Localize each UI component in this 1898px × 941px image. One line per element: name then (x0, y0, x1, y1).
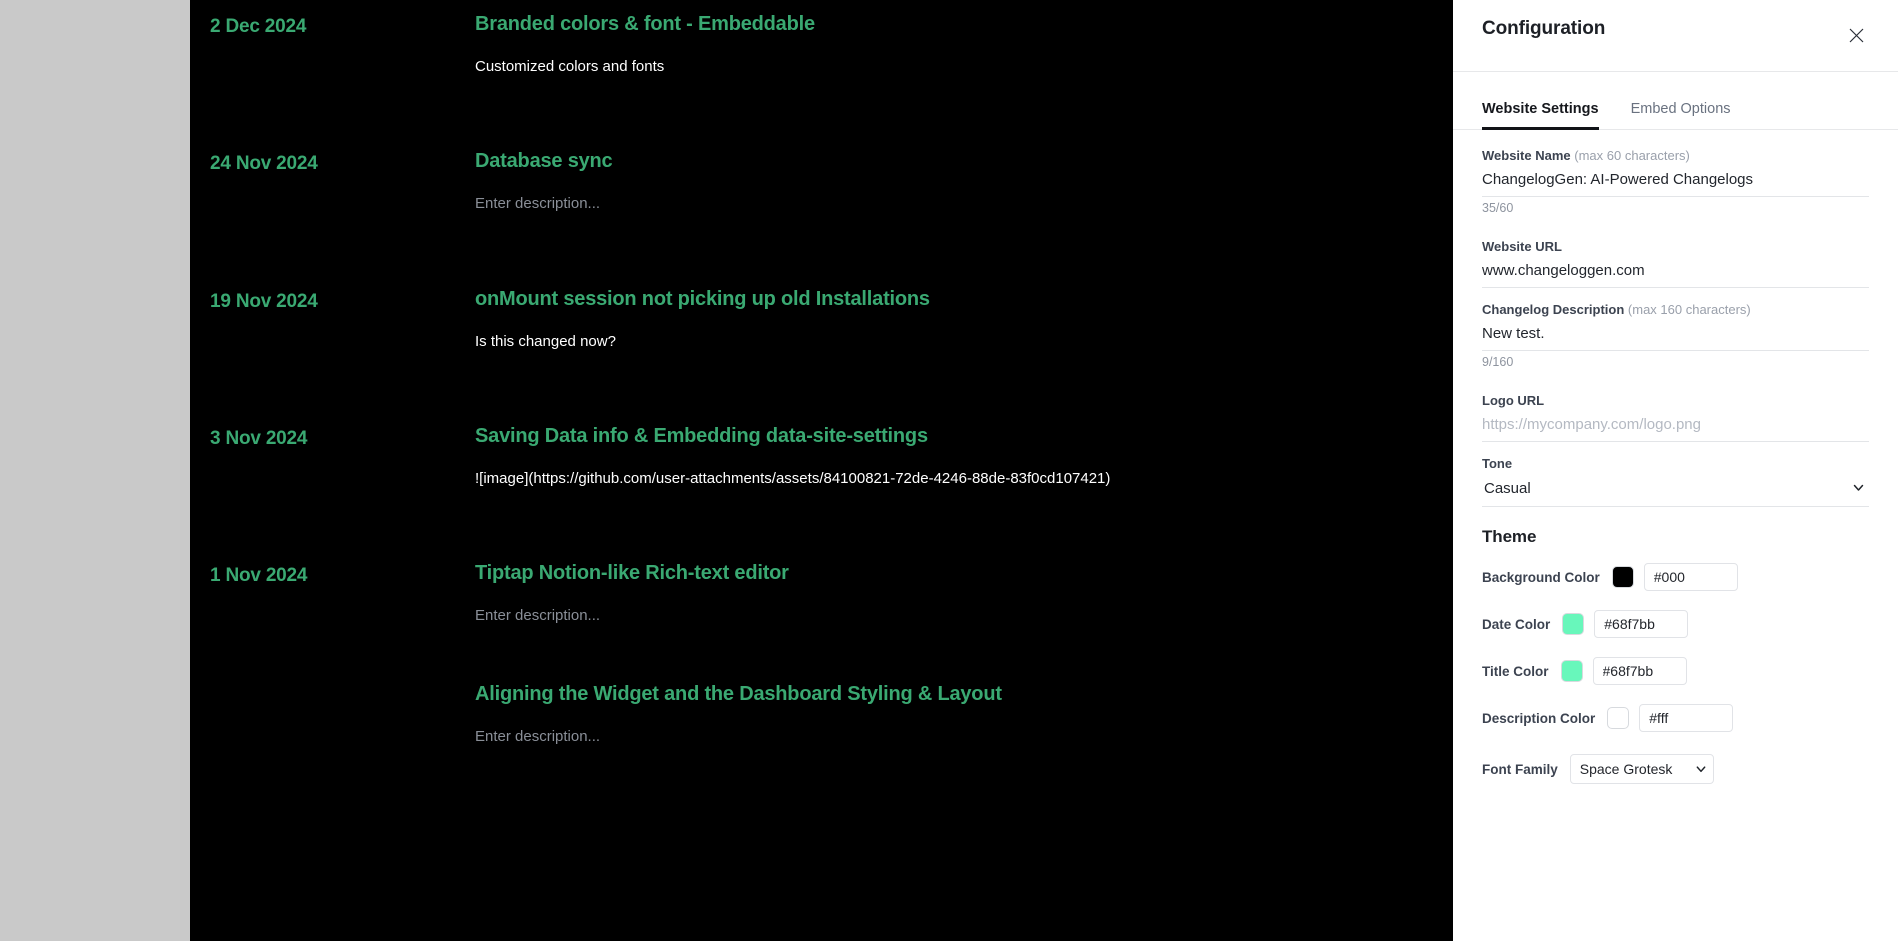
left-gutter (0, 0, 190, 941)
color-swatch[interactable] (1611, 566, 1634, 588)
changelog-entry-date: 1 Nov 2024 (210, 565, 308, 586)
color-hex-input[interactable] (1639, 704, 1734, 732)
changelog-entry-items: Tiptap Notion-like Rich-text editor Enter… (475, 561, 1453, 760)
changelog-entry-title[interactable]: Saving Data info & Embedding data-site-s… (475, 424, 1453, 449)
theme-color-row: Date Color (1482, 610, 1869, 638)
configuration-tabs: Website Settings Embed Options (1453, 72, 1898, 130)
field-website-url: Website URL (1482, 239, 1869, 288)
tone-label: Tone (1482, 456, 1869, 471)
changelog-group-list: 2 Dec 2024 Branded colors & font - Embedd… (190, 12, 1453, 760)
theme-color-label: Background Color (1482, 569, 1600, 585)
theme-color-row: Background Color (1482, 563, 1869, 591)
changelog-group: 1 Nov 2024 Tiptap Notion-like Rich-text e… (190, 561, 1453, 760)
changelog-entry[interactable]: onMount session not picking up old Insta… (475, 287, 1453, 352)
close-icon-glyph (1849, 28, 1863, 42)
changelog-preview: 2 Dec 2024 Branded colors & font - Embedd… (190, 0, 1453, 941)
color-swatch[interactable] (1607, 707, 1630, 729)
configuration-header: Configuration (1453, 0, 1898, 72)
changelog-entry-description[interactable]: Customized colors and fonts (475, 57, 1453, 77)
changelog-entry[interactable]: Aligning the Widget and the Dashboard St… (475, 682, 1453, 747)
changelog-entry-description[interactable]: Is this changed now? (475, 332, 1453, 352)
changelog-entry-items: Database sync Enter description... (475, 149, 1453, 226)
changelog-entry-date: 24 Nov 2024 (210, 153, 318, 175)
website-name-hint: (max 60 characters) (1574, 148, 1690, 163)
changelog-entry-description[interactable]: Enter description... (475, 194, 1453, 214)
field-changelog-description: Changelog Description (max 160 character… (1482, 302, 1869, 369)
website-name-label-text: Website Name (1482, 148, 1571, 163)
changelog-description-label-text: Changelog Description (1482, 302, 1625, 317)
changelog-entry-description[interactable]: ![image](https://github.com/user-attachm… (475, 469, 1453, 489)
website-name-counter: 35/60 (1482, 201, 1514, 215)
changelog-group: 2 Dec 2024 Branded colors & font - Embedd… (190, 12, 1453, 89)
theme-color-row: Description Color (1482, 704, 1869, 732)
tab-website-settings[interactable]: Website Settings (1482, 101, 1599, 130)
changelog-entry-title[interactable]: Tiptap Notion-like Rich-text editor (475, 561, 1453, 586)
font-family-label: Font Family (1482, 761, 1558, 777)
page-title: Configuration (1482, 18, 1606, 39)
tone-label-text: Tone (1482, 456, 1513, 471)
color-swatch[interactable] (1562, 613, 1585, 635)
changelog-group: 19 Nov 2024 onMount session not picking u… (190, 287, 1453, 364)
changelog-description-counter: 9/160 (1482, 355, 1514, 369)
changelog-entry-description[interactable]: Enter description... (475, 606, 1453, 626)
changelog-entry-title[interactable]: Database sync (475, 149, 1453, 174)
changelog-description-label: Changelog Description (max 160 character… (1482, 302, 1869, 317)
theme-color-label: Title Color (1482, 663, 1549, 679)
changelog-entry-items: Branded colors & font - Embeddable Custom… (475, 12, 1453, 89)
app-root: 2 Dec 2024 Branded colors & font - Embedd… (0, 0, 1898, 941)
field-logo-url: Logo URL (1482, 393, 1869, 442)
changelog-entry[interactable]: Tiptap Notion-like Rich-text editor Enter… (475, 561, 1453, 626)
theme-color-row: Title Color (1482, 657, 1869, 685)
website-name-label: Website Name (max 60 characters) (1482, 148, 1869, 163)
field-website-name: Website Name (max 60 characters) 35/60 (1482, 148, 1869, 215)
website-name-input[interactable] (1482, 167, 1869, 197)
logo-url-label: Logo URL (1482, 393, 1869, 408)
color-swatch[interactable] (1560, 660, 1583, 682)
logo-url-input[interactable] (1482, 412, 1869, 442)
color-hex-input[interactable] (1592, 657, 1687, 685)
close-icon[interactable] (1843, 22, 1869, 48)
changelog-description-hint: (max 160 characters) (1627, 302, 1751, 317)
changelog-entry-date: 2 Dec 2024 (210, 16, 307, 37)
field-tone: Tone CasualProfessionalTechnicalFriendly (1482, 456, 1869, 507)
logo-url-label-text: Logo URL (1482, 393, 1545, 408)
changelog-entry-items: onMount session not picking up old Insta… (475, 287, 1453, 364)
theme-color-label: Date Color (1482, 616, 1551, 632)
changelog-entry-title[interactable]: Branded colors & font - Embeddable (475, 12, 1453, 37)
changelog-entry-title[interactable]: Aligning the Widget and the Dashboard St… (475, 682, 1453, 707)
website-url-label: Website URL (1482, 239, 1869, 254)
changelog-entry-description[interactable]: Enter description... (475, 727, 1453, 747)
changelog-entry[interactable]: Branded colors & font - Embeddable Custom… (475, 12, 1453, 77)
tone-select-wrap: CasualProfessionalTechnicalFriendly (1482, 475, 1869, 507)
website-url-input[interactable] (1482, 258, 1869, 288)
theme-color-label: Description Color (1482, 710, 1596, 726)
field-font-family: Font Family Space GroteskInterRobotoOpen… (1482, 754, 1869, 784)
color-hex-input[interactable] (1594, 610, 1689, 638)
theme-color-list: Background Color Date Color Title Color Des… (1482, 563, 1869, 732)
color-hex-input[interactable] (1643, 563, 1738, 591)
changelog-entry-date: 3 Nov 2024 (210, 427, 308, 449)
changelog-description-input[interactable] (1482, 321, 1869, 351)
changelog-group: 24 Nov 2024 Database sync Enter descriptio… (190, 149, 1453, 226)
font-family-select[interactable]: Space GroteskInterRobotoOpen SansLato (1569, 754, 1714, 784)
website-url-label-text: Website URL (1482, 239, 1562, 254)
configuration-panel: Configuration Website Settings Embed Opt… (1453, 0, 1898, 941)
changelog-entry[interactable]: Saving Data info & Embedding data-site-s… (475, 424, 1453, 489)
changelog-entry-title[interactable]: onMount session not picking up old Insta… (475, 287, 1453, 312)
theme-section-title: Theme (1482, 527, 1537, 546)
configuration-body: Website Name (max 60 characters) 35/60 W… (1453, 130, 1898, 784)
font-family-select-wrap: Space GroteskInterRobotoOpen SansLato (1569, 754, 1714, 784)
changelog-group: 3 Nov 2024 Saving Data info & Embedding d… (190, 424, 1453, 501)
changelog-entry[interactable]: Database sync Enter description... (475, 149, 1453, 214)
tab-embed-options[interactable]: Embed Options (1631, 101, 1731, 130)
changelog-entry-items: Saving Data info & Embedding data-site-s… (475, 424, 1453, 501)
tone-select[interactable]: CasualProfessionalTechnicalFriendly (1482, 475, 1869, 507)
changelog-entry-date: 19 Nov 2024 (210, 290, 318, 312)
